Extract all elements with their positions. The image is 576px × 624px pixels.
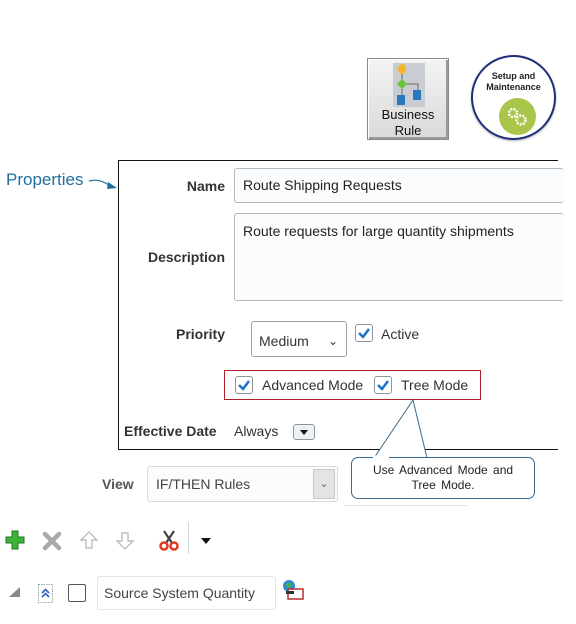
effective-date-value: Always bbox=[234, 423, 279, 439]
description-textarea[interactable]: Route requests for large quantity shipme… bbox=[234, 213, 564, 301]
effective-date-label: Effective Date bbox=[124, 423, 217, 439]
expression-builder-icon[interactable] bbox=[281, 578, 305, 602]
flowchart-icon bbox=[393, 63, 425, 107]
tree-mode-checkbox[interactable] bbox=[374, 376, 392, 394]
toolbar-separator bbox=[188, 522, 189, 554]
priority-value: Medium bbox=[259, 333, 309, 349]
callout-line1: Use Advanced Mode and bbox=[372, 463, 514, 477]
tip-callout: Use Advanced Mode and Tree Mode. bbox=[351, 457, 535, 499]
active-checkbox[interactable] bbox=[355, 324, 373, 342]
chevron-down-icon: ⌄ bbox=[327, 334, 338, 348]
chevron-down-icon[interactable]: ⌄ bbox=[313, 469, 335, 499]
add-icon[interactable] bbox=[4, 528, 26, 552]
more-dropdown-icon[interactable] bbox=[196, 528, 218, 552]
condition-field-input[interactable]: Source System Quantity bbox=[97, 576, 276, 610]
name-input[interactable]: Route Shipping Requests bbox=[234, 168, 564, 203]
checkmark-icon bbox=[358, 328, 370, 339]
name-label: Name bbox=[186, 178, 225, 194]
advanced-mode-checkbox[interactable] bbox=[235, 376, 253, 394]
annotation-arrow-icon bbox=[88, 179, 117, 189]
properties-annotation: Properties bbox=[6, 170, 84, 189]
callout-joint bbox=[373, 455, 389, 459]
callout-line2: Tree Mode. bbox=[411, 478, 475, 492]
business-rule-label-1: Business bbox=[381, 107, 435, 122]
move-down-icon[interactable] bbox=[114, 528, 136, 552]
effective-date-dropdown-button[interactable] bbox=[293, 424, 315, 440]
move-up-icon[interactable] bbox=[78, 528, 100, 552]
setup-label-line2: Maintenance bbox=[486, 82, 541, 92]
setup-maintenance-tile[interactable]: Setup and Maintenance bbox=[471, 55, 556, 140]
setup-maintenance-label: Setup and Maintenance bbox=[473, 71, 554, 93]
business-rule-label-2: Rule bbox=[394, 123, 422, 138]
view-value: IF/THEN Rules bbox=[156, 476, 251, 492]
description-label: Description bbox=[147, 249, 225, 265]
row-checkbox[interactable] bbox=[68, 584, 86, 602]
tree-mode-label: Tree Mode bbox=[401, 377, 469, 393]
callout-pointer bbox=[373, 398, 428, 459]
active-label: Active bbox=[381, 326, 420, 342]
business-rule-tile[interactable]: Business Rule bbox=[367, 58, 449, 140]
priority-select[interactable]: Medium ⌄ bbox=[251, 321, 347, 357]
checkmark-icon bbox=[377, 380, 389, 391]
properties-panel: Name Route Shipping Requests Description… bbox=[118, 160, 564, 450]
view-label: View bbox=[102, 476, 134, 492]
checkmark-icon bbox=[238, 380, 250, 391]
expand-triangle-icon[interactable] bbox=[8, 585, 22, 599]
collapse-all-icon[interactable] bbox=[38, 584, 53, 603]
setup-label-line1: Setup and bbox=[491, 71, 536, 81]
priority-label: Priority bbox=[175, 326, 225, 342]
gears-icon bbox=[499, 98, 536, 135]
advanced-mode-label: Advanced Mode bbox=[262, 377, 364, 393]
divider bbox=[344, 505, 468, 506]
cut-icon[interactable] bbox=[158, 528, 180, 552]
delete-icon[interactable] bbox=[41, 528, 63, 552]
triangle-down-icon bbox=[300, 430, 308, 435]
view-select[interactable]: IF/THEN Rules ⌄ bbox=[147, 466, 338, 502]
